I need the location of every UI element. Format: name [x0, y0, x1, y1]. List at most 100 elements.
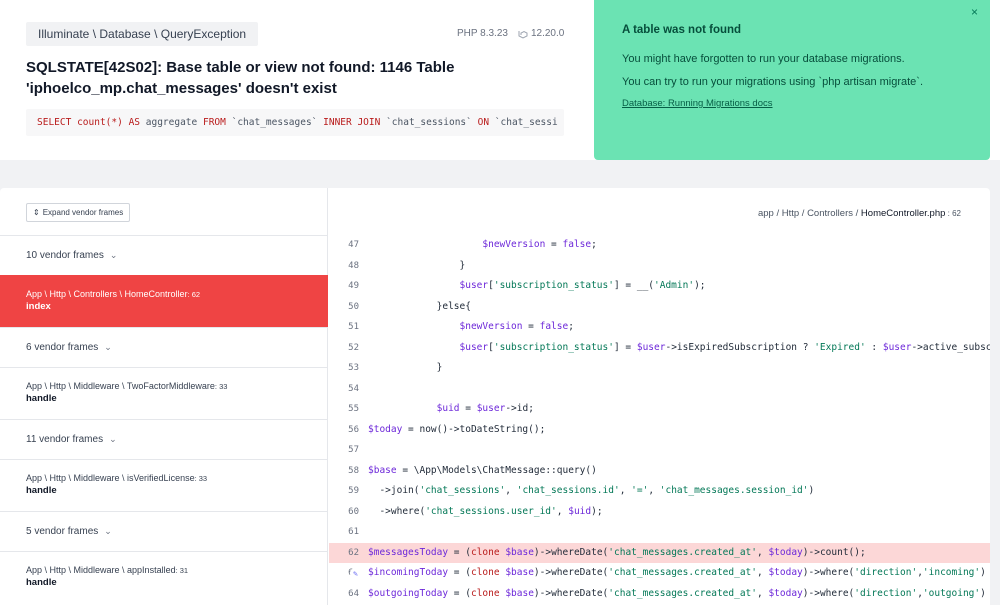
frame-path: App \ Http \ Controllers \ HomeControlle…	[26, 289, 188, 299]
laravel-version-text: 12.20.0	[530, 28, 565, 39]
line-number[interactable]: 58	[329, 461, 359, 482]
sql-token: INNER JOIN	[323, 117, 381, 128]
frame-function: handle	[26, 393, 57, 404]
vendor-frames-group[interactable]: 6 vendor frames ⌄	[0, 327, 328, 367]
line-number[interactable]: 54	[329, 379, 359, 400]
code-text: $messagesToday = (clone $base)->whereDat…	[368, 546, 866, 558]
exception-message: SQLSTATE[42S02]: Base table or view not …	[26, 59, 455, 97]
line-number[interactable]: 53	[329, 358, 359, 379]
sql-query: SELECT count(*) AS aggregate FROM `chat_…	[26, 109, 564, 136]
line-number[interactable]: 48	[329, 256, 359, 277]
frame-path: App \ Http \ Middleware \ isVerifiedLice…	[26, 473, 195, 483]
php-version: PHP 8.3.23	[457, 28, 508, 39]
sql-token: `chat_messages`	[231, 117, 318, 128]
code-line: 60 ->where('chat_sessions.user_id', $uid…	[329, 502, 990, 523]
sql-token: `chat_sessi	[494, 117, 558, 128]
code-line: 64 $outgoingToday = (clone $base)->whereD…	[329, 584, 990, 605]
code-line: 61	[329, 522, 990, 543]
line-number[interactable]: 57	[329, 440, 359, 461]
expand-icon: ⇕	[33, 208, 40, 217]
frame-path: App \ Http \ Middleware \ TwoFactorMiddl…	[26, 381, 215, 391]
frame-line: : 33	[214, 382, 228, 391]
line-number[interactable]: 55	[329, 399, 359, 420]
line-number[interactable]: 50	[329, 297, 359, 318]
line-number[interactable]: 60	[329, 502, 359, 523]
code-text: $newVersion = false;	[482, 239, 597, 250]
sql-token: count(*)	[77, 117, 123, 128]
vendor-frames-label: 11 vendor frames	[26, 434, 104, 445]
line-number[interactable]: 52	[329, 338, 359, 359]
code-text: $today = now()->toDateString();	[368, 423, 546, 435]
stack-trace-panel: ⇕ Expand vendor frames 10 vendor frames …	[0, 188, 990, 605]
pencil-icon[interactable]: ✎	[350, 568, 361, 579]
code-line: 63✎$incomingToday = (clone $base)->where…	[329, 563, 990, 584]
sql-token: SELECT	[37, 117, 72, 128]
file-name: HomeController.php	[860, 208, 946, 219]
vendor-frames-group[interactable]: 11 vendor frames ⌄	[0, 419, 328, 459]
stack-frame[interactable]: App \ Http \ Middleware \ TwoFactorMiddl…	[0, 367, 328, 419]
line-number[interactable]: 62	[329, 543, 359, 564]
frames-list: ⇕ Expand vendor frames 10 vendor frames …	[0, 188, 328, 605]
vendor-frames-group[interactable]: 10 vendor frames ⌄	[0, 235, 328, 275]
line-number[interactable]: 49	[329, 276, 359, 297]
code-line: 53 }	[329, 358, 990, 379]
sql-token: FROM	[202, 117, 226, 128]
code-line: 54	[329, 379, 990, 400]
expand-vendor-frames-button[interactable]: ⇕ Expand vendor frames	[26, 203, 131, 222]
code-viewer: app / Http / Controllers / HomeControlle…	[329, 188, 990, 605]
vendor-frames-label: 6 vendor frames	[26, 342, 99, 353]
code-line: 49 $user['subscription_status'] = __('Ad…	[329, 276, 990, 297]
code-text: ->where('chat_sessions.user_id', $uid);	[368, 505, 603, 517]
frame-line: : 31	[175, 566, 189, 575]
line-number[interactable]: 61	[329, 522, 359, 543]
code-text: $user['subscription_status'] = __('Admin…	[459, 280, 706, 291]
code-line: 48 }	[329, 256, 990, 277]
frame-function: handle	[26, 577, 57, 588]
migrations-docs-link[interactable]: Database: Running Migrations docs	[622, 98, 773, 109]
laravel-version: 12.20.0	[518, 28, 564, 39]
vendor-frames-label: 5 vendor frames	[26, 526, 99, 537]
frame-line: : 62	[187, 290, 201, 299]
stack-frame[interactable]: App \ Http \ Middleware \ appInstalled: …	[0, 551, 328, 605]
code-line: 52 $user['subscription_status'] = $user-…	[329, 338, 990, 359]
stack-frame[interactable]: App \ Http \ Middleware \ isVerifiedLice…	[0, 459, 328, 511]
code-line: 56 $today = now()->toDateString();	[329, 420, 990, 441]
vendor-frames-group[interactable]: 5 vendor frames ⌄	[0, 511, 328, 551]
sql-token: aggregate	[145, 117, 198, 128]
file-path: app / Http / Controllers / HomeControlle…	[758, 208, 961, 219]
line-number[interactable]: 56	[329, 420, 359, 441]
code-lines: 47 $newVersion = false; 48 } 49 $user['sub…	[329, 235, 990, 604]
code-line: 57	[329, 440, 990, 461]
expand-label: Expand vendor frames	[42, 208, 124, 217]
code-text: ->join('chat_sessions', 'chat_sessions.i…	[368, 485, 815, 496]
code-text: }else{	[368, 300, 471, 312]
exception-class-badge: Illuminate \ Database \ QueryException	[26, 22, 259, 46]
code-text: $uid = $user->id;	[436, 403, 534, 414]
line-number[interactable]: 59	[329, 481, 359, 502]
solution-title: A table was not found	[622, 24, 742, 36]
vendor-frames-label: 10 vendor frames	[26, 250, 104, 261]
chevron-down-icon: ⌄	[109, 434, 117, 444]
code-text: $user['subscription_status'] = $user->is…	[459, 341, 990, 353]
code-text: $incomingToday = (clone $base)->whereDat…	[368, 567, 986, 578]
frame-line: : 33	[194, 474, 208, 483]
stack-frame[interactable]: App \ Http \ Controllers \ HomeControlle…	[0, 275, 328, 327]
solution-text: You might have forgotten to run your dat…	[622, 53, 905, 65]
frame-function: index	[26, 301, 51, 312]
sql-token: AS	[128, 117, 141, 128]
sql-token: `chat_sessions`	[386, 117, 472, 128]
code-text: $newVersion = false;	[459, 321, 574, 332]
line-number[interactable]: 47	[329, 235, 359, 256]
close-icon[interactable]: ×	[971, 5, 978, 19]
code-line: 59 ->join('chat_sessions', 'chat_session…	[329, 481, 990, 502]
sql-token: ON	[477, 117, 490, 128]
line-number[interactable]: 51	[329, 317, 359, 338]
file-dir: app / Http / Controllers /	[757, 208, 861, 219]
version-info: PHP 8.3.23 12.20.0	[457, 28, 564, 39]
laravel-icon	[518, 30, 528, 39]
code-text: }	[368, 362, 443, 373]
code-line: 51 $newVersion = false;	[329, 317, 990, 338]
line-number[interactable]: 64	[329, 584, 359, 605]
solution-panel: × A table was not found You might have f…	[594, 0, 990, 160]
code-text: }	[368, 259, 466, 271]
